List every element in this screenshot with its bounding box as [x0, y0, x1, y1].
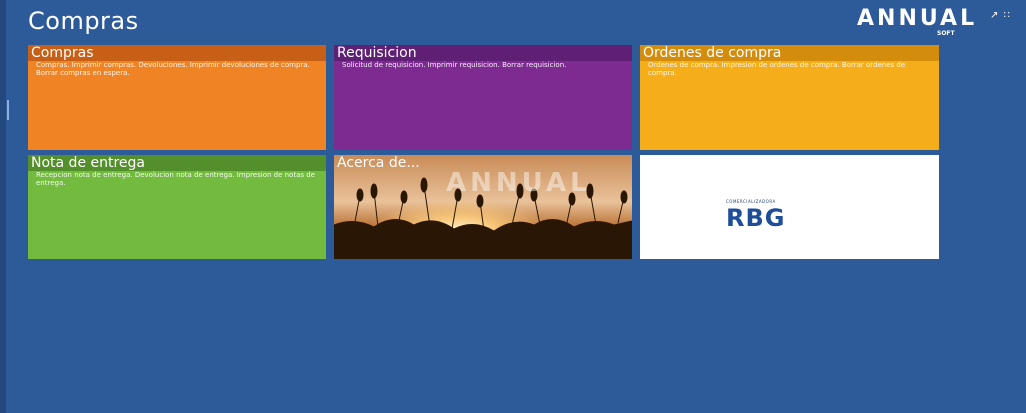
expand-icon[interactable]: ↗: [990, 10, 998, 21]
tile-requisicion[interactable]: Requisicion Solicitud de requisicion. Im…: [334, 45, 632, 150]
tile-title: Nota de entrega: [28, 155, 326, 171]
tile-rbg-logo[interactable]: COMERCIALIZADORA RBG: [640, 155, 939, 259]
brand-sub: SOFT: [937, 30, 955, 37]
tile-description: Solicitud de requisicion. Imprimir requi…: [342, 61, 567, 69]
tile-ordenes-de-compra[interactable]: Ordenes de compra Ordenes de compra. Imp…: [640, 45, 939, 150]
watermark-text: ANNUAL: [446, 168, 591, 198]
left-edge-strip: [0, 0, 6, 413]
tile-title: Acerca de...: [337, 155, 420, 171]
brand-name: ANNUAL: [857, 6, 978, 31]
scroll-indicator[interactable]: [7, 100, 9, 120]
tile-compras[interactable]: Compras Compras. Imprimir compras. Devol…: [28, 45, 326, 150]
rbg-logo-icon: RBG: [726, 204, 786, 232]
tile-title: Compras: [28, 45, 326, 61]
tile-description: Compras. Imprimir compras. Devoluciones.…: [36, 61, 310, 77]
page-title: Compras: [28, 7, 139, 35]
tile-acerca-de[interactable]: ANNUAL Acerca de...: [334, 155, 632, 259]
tile-title: Ordenes de compra: [640, 45, 939, 61]
grid-icon[interactable]: ∷: [1004, 10, 1010, 21]
tile-description: Ordenes de compra. Impresion de ordenes …: [648, 61, 906, 77]
tile-nota-de-entrega[interactable]: Nota de entrega Recepcion nota de entreg…: [28, 155, 326, 259]
tile-description: Recepcion nota de entrega. Devolucion no…: [36, 171, 315, 187]
brand-logo: ANNUAL SOFT: [857, 6, 987, 37]
tile-title: Requisicion: [334, 45, 632, 61]
window-controls: ↗ ∷: [990, 10, 1012, 21]
